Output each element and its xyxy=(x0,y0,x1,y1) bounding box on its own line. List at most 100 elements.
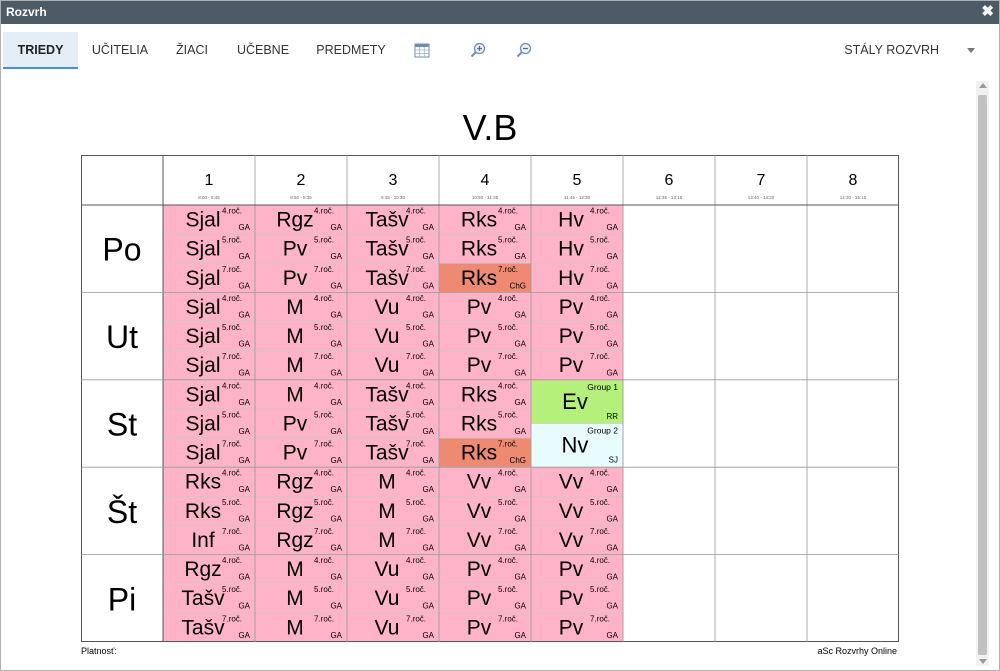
teacher-label: GA xyxy=(606,340,618,349)
teacher-label: GA xyxy=(238,340,250,349)
teacher-label: GA xyxy=(330,573,342,582)
scroll-up-arrow-icon[interactable] xyxy=(979,83,987,88)
day-label: Po xyxy=(102,232,141,268)
group-label: 4.roč. xyxy=(406,469,426,478)
group-label: 7.roč. xyxy=(406,614,426,623)
teacher-label: GA xyxy=(606,543,618,552)
teacher-label: GA xyxy=(330,631,342,640)
group-label: 4.roč. xyxy=(406,381,426,390)
tab-ucitelia[interactable]: UČITELIA xyxy=(83,32,157,68)
class-title: V.B xyxy=(462,107,518,148)
day-label: Št xyxy=(107,494,137,530)
subject-label: Rks xyxy=(461,267,497,290)
period-number: 7 xyxy=(757,172,766,189)
subject-label: Sjal xyxy=(185,238,220,261)
day-label: Pi xyxy=(108,581,136,617)
subject-label: Pv xyxy=(467,325,492,348)
subject-label: Pv xyxy=(283,238,308,261)
teacher-label: GA xyxy=(514,223,526,232)
subject-label: Pv xyxy=(467,296,492,319)
subject-label: Tašv xyxy=(181,587,225,610)
period-number: 2 xyxy=(297,172,306,189)
teacher-label: GA xyxy=(422,281,434,290)
group-label: 5.roč. xyxy=(406,410,426,419)
subject-label: M xyxy=(378,471,396,494)
tab-triedy[interactable]: TRIEDY xyxy=(3,32,78,69)
group-label: 4.roč. xyxy=(590,556,610,565)
subject-label: Sjal xyxy=(185,383,220,406)
period-number: 8 xyxy=(849,172,858,189)
subject-label: Rks xyxy=(461,209,497,232)
group-label: 4.roč. xyxy=(590,469,610,478)
group-label: 7.roč. xyxy=(498,440,518,449)
group-label: 4.roč. xyxy=(498,556,518,565)
group-label: 5.roč. xyxy=(222,323,242,332)
group-label: 5.roč. xyxy=(314,498,334,507)
group-label: 4.roč. xyxy=(314,294,334,303)
period-number: 1 xyxy=(205,172,214,189)
group-label: 7.roč. xyxy=(590,352,610,361)
group-label: 4.roč. xyxy=(314,556,334,565)
subject-label: Rks xyxy=(185,500,221,523)
group-label: 5.roč. xyxy=(314,323,334,332)
teacher-label: ChG xyxy=(510,456,526,465)
group-label: 5.roč. xyxy=(314,585,334,594)
teacher-label: GA xyxy=(606,573,618,582)
scroll-down-arrow-icon[interactable] xyxy=(979,659,987,664)
subject-label: Rgz xyxy=(276,471,313,494)
period-time: 14:30 - 15:10 xyxy=(840,195,867,200)
subject-label: Tašv xyxy=(181,616,225,639)
subject-label: M xyxy=(378,529,396,552)
group-label: 7.roč. xyxy=(314,440,334,449)
teacher-label: GA xyxy=(606,514,618,523)
subject-label: Rgz xyxy=(276,500,313,523)
subject-label: M xyxy=(286,383,304,406)
teacher-label: GA xyxy=(606,281,618,290)
close-icon[interactable]: ✖ xyxy=(981,3,994,21)
tab-ziaci[interactable]: ŽIACI xyxy=(165,32,219,68)
subject-label: Pv xyxy=(559,296,584,319)
scrollbar-thumb[interactable] xyxy=(978,95,987,655)
subject-label: Rks xyxy=(185,471,221,494)
subject-label: Pv xyxy=(467,587,492,610)
teacher-label: RR xyxy=(606,412,618,421)
zoom-out-icon[interactable] xyxy=(516,42,532,58)
day-label: St xyxy=(107,407,137,443)
teacher-label: ChG xyxy=(510,281,526,290)
period-time: 9:45 - 10:30 xyxy=(381,195,406,200)
subject-label: Vv xyxy=(559,500,584,523)
group-label: 4.roč. xyxy=(498,294,518,303)
tab-ucebne[interactable]: UČEBNE xyxy=(227,32,299,68)
vertical-scrollbar[interactable] xyxy=(976,81,989,666)
calendar-icon[interactable] xyxy=(414,42,430,58)
teacher-label: GA xyxy=(422,602,434,611)
subject-label: M xyxy=(286,616,304,639)
period-time: 13:40 - 14:20 xyxy=(748,195,775,200)
group-label: 5.roč. xyxy=(590,585,610,594)
chevron-down-icon[interactable] xyxy=(967,48,975,53)
subject-label: Pv xyxy=(559,325,584,348)
group-label: 5.roč. xyxy=(406,323,426,332)
period-number: 5 xyxy=(573,172,582,189)
group-label: 5.roč. xyxy=(498,323,518,332)
group-label: Group 1 xyxy=(587,382,618,392)
group-label: 4.roč. xyxy=(314,469,334,478)
subject-label: Vv xyxy=(559,529,584,552)
zoom-in-icon[interactable] xyxy=(470,42,486,58)
group-label: 5.roč. xyxy=(406,498,426,507)
group-label: 7.roč. xyxy=(590,527,610,536)
teacher-label: GA xyxy=(330,398,342,407)
subject-label: Vv xyxy=(559,471,584,494)
subject-label: Vv xyxy=(467,500,492,523)
group-label: 7.roč. xyxy=(590,265,610,274)
tab-predmety[interactable]: PREDMETY xyxy=(307,32,395,68)
subject-label: Pv xyxy=(467,558,492,581)
subject-label: Pv xyxy=(467,616,492,639)
group-label: 5.roč. xyxy=(406,585,426,594)
schedule-type-select[interactable]: STÁLY ROZVRH xyxy=(844,32,939,68)
period-number: 3 xyxy=(389,172,398,189)
subject-label: Pv xyxy=(283,412,308,435)
teacher-label: SJ xyxy=(609,456,618,465)
subject-label: Ev xyxy=(562,389,588,414)
subject-label: M xyxy=(286,587,304,610)
